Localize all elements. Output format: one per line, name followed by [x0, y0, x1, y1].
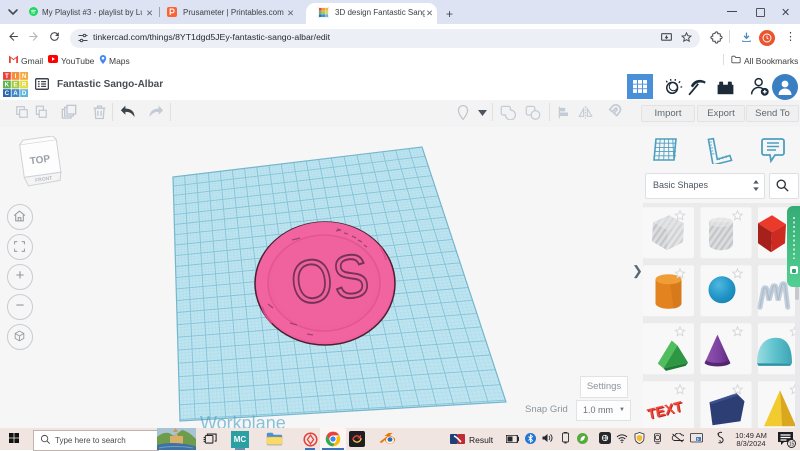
svg-text:Workplane: Workplane — [200, 413, 286, 428]
svg-text:I: I — [15, 73, 17, 80]
svg-text:R: R — [22, 82, 27, 89]
svg-text:D: D — [22, 90, 27, 97]
svg-text:K: K — [5, 82, 10, 89]
svg-text:T: T — [5, 73, 9, 80]
svg-text:A: A — [13, 90, 18, 97]
svg-text:15: 15 — [789, 442, 795, 448]
svg-text:C: C — [5, 90, 10, 97]
svg-text:N: N — [22, 73, 27, 80]
svg-text:E: E — [13, 82, 17, 89]
svg-text:OS: OS — [287, 241, 373, 318]
